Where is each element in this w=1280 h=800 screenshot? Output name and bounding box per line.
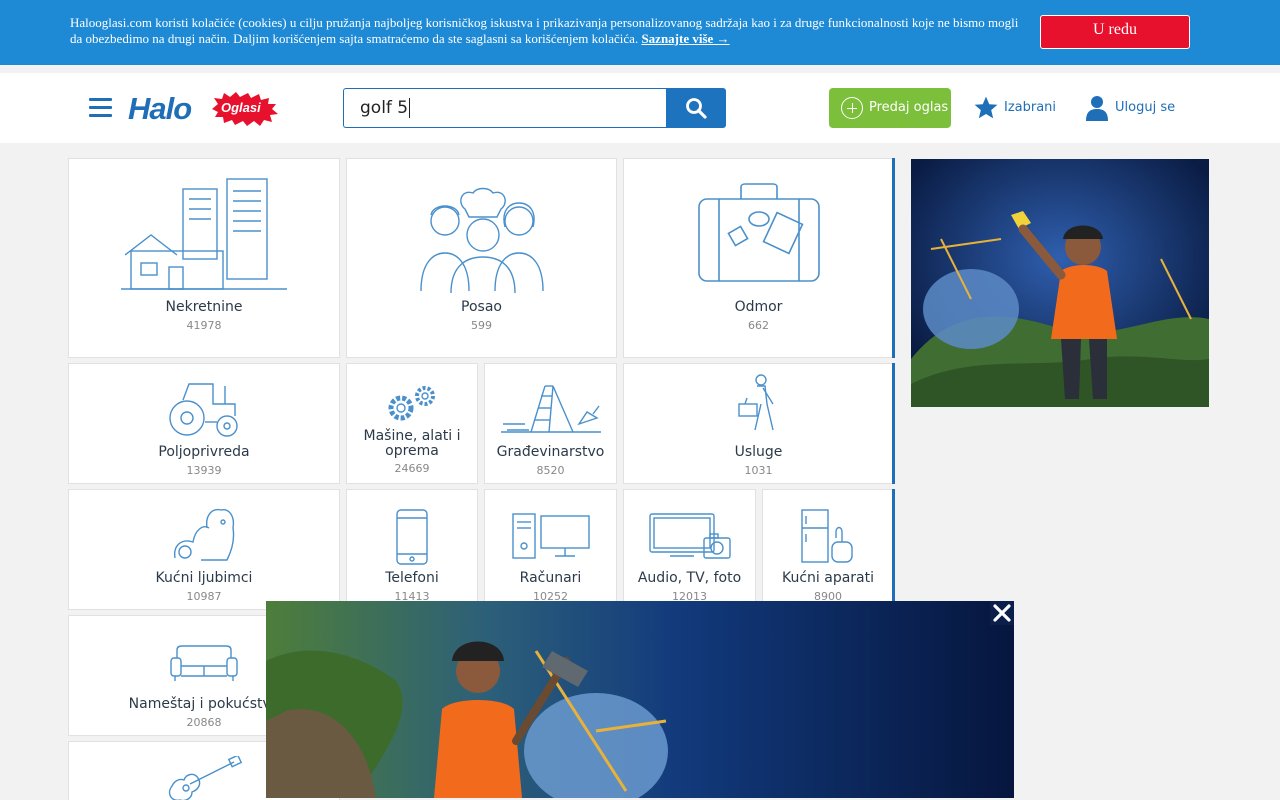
category-posao[interactable]: Posao 599: [346, 158, 617, 358]
category-usluge[interactable]: Usluge 1031: [623, 363, 894, 484]
logo-text-main: Halo: [128, 91, 192, 126]
computer-icon: [485, 512, 616, 560]
category-count: 662: [748, 319, 769, 332]
category-name: Usluge: [734, 444, 783, 460]
category-count: 599: [471, 319, 492, 332]
category-name: Kućni ljubimci: [155, 570, 253, 586]
category-name: Poljoprivreda: [158, 444, 250, 460]
category-kucni-aparati[interactable]: Kućni aparati 8900: [762, 489, 894, 610]
building-house-icon: [69, 177, 339, 292]
category-name: Audio, TV, foto: [637, 570, 742, 586]
column-divider: [892, 363, 895, 484]
category-name: Telefoni: [385, 570, 439, 586]
cookie-learn-more-link[interactable]: Saznajte više →: [641, 31, 729, 46]
phone-icon: [347, 508, 477, 566]
category-count: 24669: [394, 462, 430, 475]
category-kucni-ljubimci[interactable]: Kućni ljubimci 10987: [68, 489, 340, 610]
category-audio-tv-foto[interactable]: Audio, TV, foto 12013: [623, 489, 756, 610]
ad-illustration: [266, 601, 1014, 798]
gears-icon: [347, 384, 477, 424]
cookie-banner: Halooglasi.com koristi kolačiće (cookies…: [0, 0, 1280, 65]
plus-circle-icon: [841, 97, 863, 119]
cookie-text: Halooglasi.com koristi kolačiće (cookies…: [70, 15, 1025, 47]
category-count: 8520: [536, 464, 565, 477]
tv-camera-icon: [624, 512, 755, 560]
category-name: Mašine, alati i oprema: [363, 428, 461, 459]
category-telefoni[interactable]: Telefoni 11413: [346, 489, 478, 610]
logo-text-sub: Oglasi: [221, 100, 261, 115]
search-input-value: golf 5: [360, 98, 409, 118]
category-name: Kućni aparati: [781, 570, 875, 586]
search-input[interactable]: golf 5: [343, 88, 667, 128]
login-label: Uloguj se: [1115, 100, 1176, 115]
cookie-message: Halooglasi.com koristi kolačiće (cookies…: [70, 15, 1019, 46]
column-divider: [892, 489, 895, 610]
star-icon: [974, 96, 998, 119]
user-icon: [1086, 96, 1108, 121]
sidebar-ad-banner[interactable]: [911, 159, 1209, 407]
category-name: Računari: [519, 570, 582, 586]
search-button[interactable]: [666, 88, 726, 128]
site-logo[interactable]: Halo Oglasi: [128, 89, 280, 129]
category-racunari[interactable]: Računari 10252: [484, 489, 617, 610]
favorites-label: Izabrani: [1004, 100, 1057, 115]
category-count: 1031: [744, 464, 773, 477]
category-masine[interactable]: Mašine, alati i oprema 24669: [346, 363, 478, 484]
category-name: Nekretnine: [165, 299, 243, 315]
ad-illustration: [911, 159, 1209, 407]
site-header: Halo Oglasi golf 5 Predaj oglas Izabrani…: [0, 73, 1280, 143]
post-ad-label: Predaj oglas: [869, 100, 949, 115]
worker-toolbox-icon: [624, 374, 893, 432]
column-divider: [892, 158, 895, 358]
workers-icon: [347, 187, 616, 293]
category-count: 13939: [186, 464, 222, 477]
cookie-accept-button[interactable]: U redu: [1040, 15, 1190, 49]
category-count: 41978: [186, 319, 222, 332]
search-icon: [686, 98, 707, 119]
category-nekretnine[interactable]: Nekretnine 41978: [68, 158, 340, 358]
pets-icon: [69, 506, 339, 562]
category-name: Građevinarstvo: [496, 444, 605, 460]
category-name: Odmor: [734, 299, 783, 315]
close-ad-button[interactable]: [990, 601, 1014, 625]
tractor-icon: [69, 382, 339, 438]
ladder-trowel-icon: [485, 384, 616, 434]
category-odmor[interactable]: Odmor 662: [623, 158, 894, 358]
menu-icon[interactable]: [89, 98, 112, 118]
category-gradjevinarstvo[interactable]: Građevinarstvo 8520: [484, 363, 617, 484]
category-poljoprivreda[interactable]: Poljoprivreda 13939: [68, 363, 340, 484]
appliances-icon: [763, 508, 893, 564]
close-icon: [990, 601, 1014, 625]
text-caret: [409, 98, 411, 118]
post-ad-button[interactable]: Predaj oglas: [829, 88, 951, 128]
category-name: Posao: [461, 299, 502, 315]
suitcase-icon: [624, 183, 893, 283]
bottom-ad-banner[interactable]: [266, 601, 1014, 798]
